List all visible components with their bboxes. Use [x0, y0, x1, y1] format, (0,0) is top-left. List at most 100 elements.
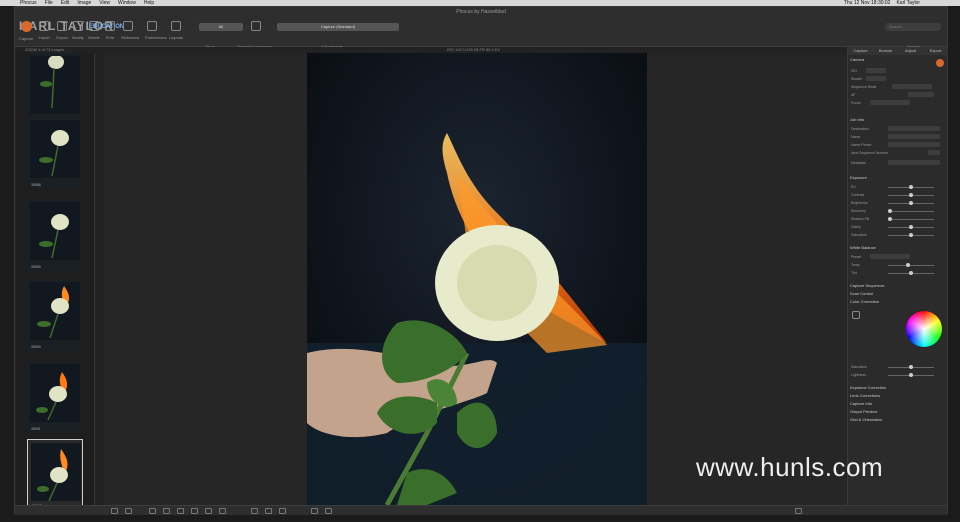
- loupe-icon[interactable]: [265, 508, 272, 514]
- section-white-balance[interactable]: White Balance: [850, 245, 876, 250]
- recovery-slider-knob[interactable]: [888, 209, 892, 213]
- search-input[interactable]: Search: [885, 23, 941, 31]
- thumbnail[interactable]: 35589: [27, 199, 83, 271]
- crop-icon[interactable]: [177, 508, 184, 514]
- modify-icon: [73, 21, 83, 31]
- section-grid-orientation[interactable]: Grid & Orientation: [850, 417, 882, 422]
- saturation-slider[interactable]: [888, 233, 934, 237]
- histogram-icon[interactable]: [279, 508, 286, 514]
- fit-icon[interactable]: [795, 508, 802, 514]
- name-preset-select[interactable]: [888, 142, 940, 147]
- cc-lightness-slider[interactable]: [888, 373, 934, 377]
- brightness-slider-knob[interactable]: [909, 201, 913, 205]
- ev-slider[interactable]: [888, 185, 934, 189]
- section-color-correction[interactable]: Color Correction: [850, 299, 879, 304]
- import-tool[interactable]: Import: [37, 21, 51, 40]
- thumbnail-browser: 35587 35588: [15, 53, 95, 511]
- destination-select[interactable]: [888, 126, 940, 131]
- main-photo: [307, 53, 647, 505]
- tab-adjust[interactable]: Adjust: [898, 47, 923, 55]
- tab-export[interactable]: Export: [923, 47, 948, 55]
- modify-tool[interactable]: Modify: [71, 21, 85, 40]
- preferences-tool[interactable]: Preferences: [145, 21, 167, 40]
- section-job-info[interactable]: Job Info: [850, 117, 864, 122]
- section-camera[interactable]: Camera: [850, 57, 864, 62]
- cc-saturation-slider-knob[interactable]: [909, 365, 913, 369]
- section-keystone-correction[interactable]: Keystone Correction: [850, 385, 886, 390]
- import-icon: [39, 21, 49, 31]
- adjustments-select[interactable]: Capture (Standard): [277, 23, 399, 31]
- browser-scrollbar[interactable]: [96, 53, 104, 505]
- section-capture-info[interactable]: Capture Info: [850, 401, 872, 406]
- zoom-icon[interactable]: [219, 508, 226, 514]
- shutter-select[interactable]: [866, 76, 886, 81]
- cc-saturation-slider[interactable]: [888, 365, 934, 369]
- next-sequence-field[interactable]: [928, 150, 940, 155]
- name-field[interactable]: [888, 134, 940, 139]
- section-lens-corrections[interactable]: Lens Corrections: [850, 393, 880, 398]
- compare-icon[interactable]: [251, 508, 258, 514]
- cc-lightness-slider-knob[interactable]: [909, 373, 913, 377]
- saturation-slider-knob[interactable]: [909, 233, 913, 237]
- layouts-tool[interactable]: Layouts: [169, 21, 183, 40]
- row-af: AF: [851, 93, 856, 97]
- capture-button-icon[interactable]: [936, 59, 944, 67]
- ev-slider-knob[interactable]: [909, 185, 913, 189]
- temp-slider-knob[interactable]: [906, 263, 910, 267]
- row-name-preset: Name Preset: [851, 143, 872, 147]
- clarity-slider[interactable]: [888, 225, 934, 229]
- grid-view-icon[interactable]: [111, 508, 118, 514]
- section-scan-control[interactable]: Scan Control: [850, 291, 873, 296]
- previous-icon[interactable]: [311, 508, 318, 514]
- temp-slider[interactable]: [888, 263, 934, 267]
- export-icon: [57, 21, 67, 31]
- section-exposure[interactable]: Exposure: [850, 175, 867, 180]
- shadow-fill-slider-knob[interactable]: [888, 217, 892, 221]
- rose-flame-photo-art: [307, 53, 647, 505]
- straighten-icon[interactable]: [163, 508, 170, 514]
- row-brightness: Brightness: [851, 201, 868, 205]
- hand-icon[interactable]: [205, 508, 212, 514]
- image-viewer[interactable]: [104, 53, 847, 505]
- rotate-icon[interactable]: [149, 508, 156, 514]
- contrast-slider-knob[interactable]: [909, 193, 913, 197]
- focus-select[interactable]: [870, 100, 910, 105]
- thumbnail-image: [30, 56, 80, 114]
- print-tool[interactable]: Print: [103, 21, 117, 40]
- wb-preset-select[interactable]: [870, 254, 910, 259]
- af-select[interactable]: [908, 92, 934, 97]
- show-select[interactable]: All: [199, 23, 243, 31]
- delete-tool[interactable]: Delete: [87, 21, 101, 40]
- color-picker-icon[interactable]: [191, 508, 198, 514]
- contrast-slider[interactable]: [888, 193, 934, 197]
- thumbnail-selected[interactable]: 35592: [27, 439, 83, 511]
- thumbnail[interactable]: 35587: [27, 53, 83, 125]
- iso-select[interactable]: [866, 68, 886, 73]
- thumbnail[interactable]: 35591: [27, 361, 83, 433]
- tint-slider-knob[interactable]: [909, 271, 913, 275]
- brightness-slider[interactable]: [888, 201, 934, 205]
- thumbnail[interactable]: 35588: [27, 117, 83, 189]
- metadata-select[interactable]: [888, 160, 940, 165]
- tint-slider[interactable]: [888, 271, 934, 275]
- section-output-preview[interactable]: Output Preview: [850, 409, 877, 414]
- clarity-slider-knob[interactable]: [909, 225, 913, 229]
- capture-tool[interactable]: Capture: [19, 21, 33, 41]
- row-cc-saturation: Saturation: [851, 365, 867, 369]
- row-next-sequence-number: Next Sequence Number: [851, 151, 889, 155]
- tab-capture[interactable]: Capture: [848, 47, 873, 55]
- slideshow-tool[interactable]: Slideshow: [121, 21, 139, 40]
- recovery-slider[interactable]: [888, 209, 934, 213]
- shadow-fill-slider[interactable]: [888, 217, 934, 221]
- single-view-icon[interactable]: [125, 508, 132, 514]
- next-icon[interactable]: [325, 508, 332, 514]
- thumbnail[interactable]: 35590: [27, 279, 83, 351]
- sequence-mode-select[interactable]: [892, 84, 932, 89]
- export-tool[interactable]: Export: [55, 21, 69, 40]
- color-wheel[interactable]: [906, 311, 942, 347]
- thumbnail-image: [30, 282, 80, 340]
- section-capture-sequencer[interactable]: Capture Sequencer: [850, 283, 885, 288]
- tab-browse[interactable]: Browse: [873, 47, 898, 55]
- picture-layout-tool[interactable]: [249, 21, 263, 31]
- eyedropper-icon[interactable]: [852, 311, 860, 319]
